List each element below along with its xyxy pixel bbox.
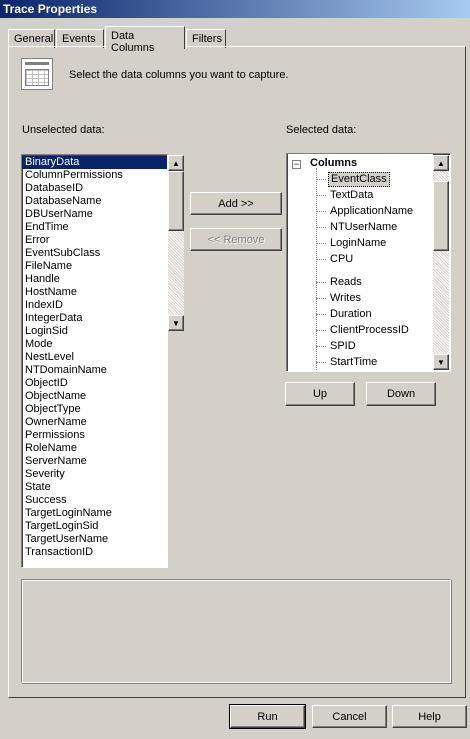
- list-item[interactable]: DatabaseName: [22, 195, 167, 208]
- unselected-data-list[interactable]: BinaryData ColumnPermissions DatabaseID Dat…: [21, 154, 168, 568]
- tree-vertical-connector: [316, 168, 317, 370]
- tree-scroll-thumb[interactable]: [433, 181, 449, 251]
- run-button-label: Run: [257, 710, 278, 723]
- list-item[interactable]: IntegerData: [22, 312, 167, 325]
- tab-events-label: Events: [62, 33, 96, 45]
- instruction-text: Select the data columns you want to capt…: [69, 69, 289, 81]
- tree-connector: [316, 227, 326, 228]
- tree-item[interactable]: ClientProcessID: [328, 323, 411, 338]
- list-item[interactable]: DatabaseID: [22, 182, 167, 195]
- tree-connector: [316, 330, 326, 331]
- tree-connector: [316, 362, 326, 363]
- remove-button-label: << Remove: [207, 233, 265, 246]
- list-item[interactable]: BinaryData: [22, 156, 167, 169]
- list-item[interactable]: LoginSid: [22, 325, 167, 338]
- tree-item[interactable]: ApplicationName: [328, 204, 415, 219]
- list-item[interactable]: IndexID: [22, 299, 167, 312]
- collapse-icon[interactable]: −: [292, 160, 301, 169]
- list-item[interactable]: OwnerName: [22, 416, 167, 429]
- window-title: Trace Properties: [3, 2, 98, 16]
- add-button-label: Add >>: [218, 197, 254, 210]
- list-item[interactable]: Severity: [22, 468, 167, 481]
- cancel-button-label: Cancel: [332, 710, 367, 723]
- tab-data-columns-label: Data Columns: [111, 30, 155, 54]
- tree-item[interactable]: LoginName: [328, 236, 388, 251]
- list-item[interactable]: Handle: [22, 273, 167, 286]
- tree-item[interactable]: NTUserName: [328, 220, 399, 235]
- tree-connector: [316, 195, 326, 196]
- up-button[interactable]: Up: [285, 382, 355, 406]
- tree-connector: [316, 243, 326, 244]
- selected-data-tree[interactable]: − Columns EventClass TextData ApplicationN…: [288, 154, 433, 370]
- tree-connector: [316, 259, 326, 260]
- list-item[interactable]: Mode: [22, 338, 167, 351]
- tree-scroll-up-arrow-icon[interactable]: ▲: [433, 155, 449, 171]
- tree-item[interactable]: StartTime: [328, 355, 379, 370]
- tree-item[interactable]: Reads: [328, 275, 364, 290]
- list-item[interactable]: HostName: [22, 286, 167, 299]
- tree-item[interactable]: CPU: [328, 252, 355, 267]
- list-item[interactable]: Permissions: [22, 429, 167, 442]
- tab-general-label: General: [14, 33, 54, 45]
- list-item[interactable]: DBUserName: [22, 208, 167, 221]
- run-button[interactable]: Run: [229, 704, 306, 729]
- selected-data-label: Selected data:: [286, 124, 357, 136]
- list-item[interactable]: TargetLoginSid: [22, 520, 167, 533]
- list-item[interactable]: FileName: [22, 260, 167, 273]
- tree-connector: [316, 211, 326, 212]
- list-item[interactable]: EventSubClass: [22, 247, 167, 260]
- list-item[interactable]: RoleName: [22, 442, 167, 455]
- tree-connector: [316, 314, 326, 315]
- help-button[interactable]: Help: [392, 705, 467, 728]
- tab-data-columns[interactable]: Data Columns: [105, 26, 185, 54]
- selected-scrollbar[interactable]: ▲ ▼: [433, 155, 449, 370]
- down-button-label: Down: [386, 388, 416, 400]
- list-item[interactable]: Error: [22, 234, 167, 247]
- tree-item[interactable]: SPID: [328, 339, 358, 354]
- tab-filters-label: Filters: [192, 33, 222, 45]
- list-item[interactable]: ObjectID: [22, 377, 167, 390]
- tree-connector: [316, 282, 326, 283]
- tree-connector: [316, 179, 326, 180]
- tree-connector: [316, 346, 326, 347]
- tree-scroll-down-arrow-icon[interactable]: ▼: [433, 354, 449, 370]
- list-item[interactable]: ColumnPermissions: [22, 169, 167, 182]
- list-item[interactable]: TargetLoginName: [22, 507, 167, 520]
- remove-button[interactable]: << Remove: [190, 228, 282, 251]
- down-button[interactable]: Down: [366, 382, 436, 406]
- unselected-data-label: Unselected data:: [22, 124, 105, 136]
- list-item[interactable]: NestLevel: [22, 351, 167, 364]
- help-button-label: Help: [418, 710, 441, 723]
- scroll-down-arrow-icon[interactable]: ▼: [168, 315, 184, 331]
- up-button-label: Up: [312, 388, 328, 400]
- add-button[interactable]: Add >>: [190, 192, 282, 215]
- list-item[interactable]: TransactionID: [22, 546, 167, 559]
- tree-item[interactable]: Writes: [328, 291, 363, 306]
- list-item[interactable]: State: [22, 481, 167, 494]
- cancel-button[interactable]: Cancel: [312, 705, 387, 728]
- title-bar: Trace Properties: [0, 0, 470, 18]
- list-item[interactable]: EndTime: [22, 221, 167, 234]
- tree-item[interactable]: EventClass: [328, 172, 390, 187]
- tree-item[interactable]: Duration: [328, 307, 374, 322]
- list-item[interactable]: Success: [22, 494, 167, 507]
- list-item[interactable]: ObjectName: [22, 390, 167, 403]
- tree-connector: [316, 298, 326, 299]
- tree-item[interactable]: TextData: [328, 188, 375, 203]
- list-item[interactable]: ObjectType: [22, 403, 167, 416]
- list-item[interactable]: TargetUserName: [22, 533, 167, 546]
- scroll-thumb[interactable]: [168, 171, 184, 231]
- unselected-scrollbar[interactable]: ▲ ▼: [168, 155, 184, 331]
- data-columns-icon: [21, 58, 53, 90]
- list-item[interactable]: ServerName: [22, 455, 167, 468]
- scroll-up-arrow-icon[interactable]: ▲: [168, 155, 184, 171]
- description-groupbox: [21, 579, 451, 683]
- list-item[interactable]: NTDomainName: [22, 364, 167, 377]
